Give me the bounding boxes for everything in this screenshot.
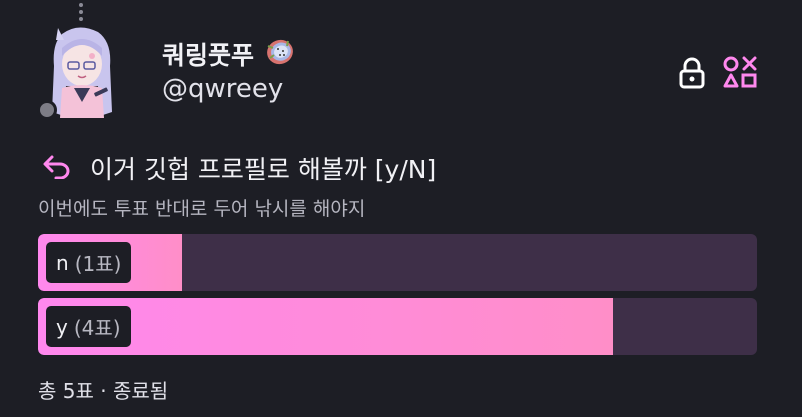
display-name-row[interactable]: 쿼링풋푸 bbox=[162, 36, 296, 75]
poll-option-label: y (4표) bbox=[46, 306, 131, 347]
poll-option-votes: (4표) bbox=[73, 316, 121, 340]
poll-description: 이번에도 투표 반대로 두어 낚시를 해야지 bbox=[38, 198, 366, 220]
avatar[interactable] bbox=[48, 26, 116, 118]
poll-option-votes: (1표) bbox=[74, 252, 122, 276]
poll-footer: 총 5표 · 종료됨 bbox=[38, 379, 169, 403]
poll-option-text: n bbox=[56, 250, 69, 275]
user-handle[interactable]: @qwreey bbox=[162, 73, 283, 105]
poll-option-label: n (1표) bbox=[46, 242, 132, 283]
poll-option-text: y bbox=[56, 314, 68, 339]
poll-option-y[interactable]: y (4표) bbox=[38, 298, 757, 355]
game-icon[interactable] bbox=[722, 55, 758, 89]
dragonfruit-emoji-icon bbox=[264, 36, 296, 75]
status-indicator bbox=[37, 100, 57, 120]
display-name: 쿼링풋푸 bbox=[162, 40, 255, 70]
lock-icon[interactable] bbox=[678, 57, 706, 89]
poll-question: 이거 깃헙 프로필로 해볼까 [y/N] bbox=[90, 155, 437, 184]
reply-icon[interactable] bbox=[42, 153, 72, 187]
poll-question-row: 이거 깃헙 프로필로 해볼까 [y/N] bbox=[42, 153, 436, 187]
thread-connector bbox=[78, 3, 84, 25]
poll-option-n[interactable]: n (1표) bbox=[38, 234, 757, 291]
